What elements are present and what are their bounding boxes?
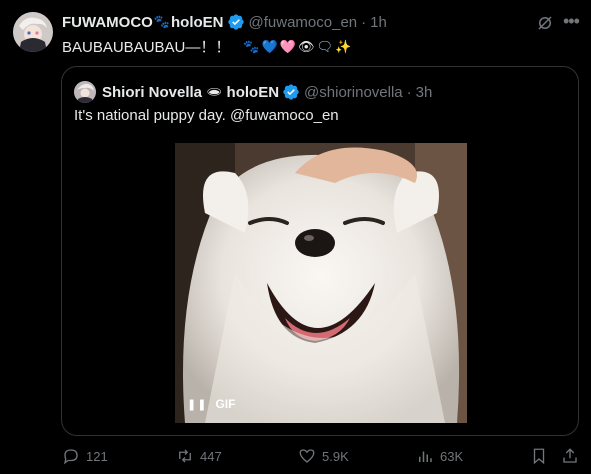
share-button[interactable] bbox=[561, 444, 579, 468]
pause-icon[interactable]: ❚❚ bbox=[187, 398, 207, 411]
like-icon bbox=[299, 449, 315, 463]
avatar[interactable] bbox=[13, 12, 53, 52]
views-count: 63K bbox=[440, 448, 464, 464]
bookmark-button[interactable] bbox=[530, 444, 548, 468]
quote-text: It's national puppy day. @fuwamoco_en bbox=[74, 107, 339, 124]
speech-bubble-emoji: 🗨 bbox=[316, 38, 333, 54]
reply-count: 121 bbox=[86, 448, 108, 464]
share-icon bbox=[563, 448, 577, 463]
grok-icon[interactable] bbox=[536, 14, 554, 32]
more-icon[interactable]: ••• bbox=[563, 12, 580, 32]
gif-badge: GIF bbox=[215, 397, 236, 411]
pink-heart-emoji: 🩷 bbox=[279, 38, 296, 54]
verified-badge-icon[interactable] bbox=[282, 83, 300, 101]
author-affiliation[interactable]: holoEN bbox=[171, 14, 224, 31]
gif-controls: ❚❚ GIF bbox=[187, 397, 235, 411]
quote-avatar[interactable] bbox=[74, 81, 96, 103]
like-count: 5.9K bbox=[322, 448, 349, 464]
quote-author-name[interactable]: Shiori Novella bbox=[102, 84, 202, 101]
tweet-header: FUWAMOCO 🐾 holoEN @fuwamoco_en · 1h bbox=[62, 12, 387, 32]
action-bar: 121 447 5.9K 63K bbox=[0, 444, 591, 468]
repost-count: 447 bbox=[200, 448, 222, 464]
puppy-gif[interactable]: ❚❚ GIF bbox=[175, 143, 467, 423]
separator-dot: · bbox=[406, 83, 412, 101]
eye-emoji: 👁 bbox=[297, 38, 315, 54]
blue-heart-emoji: 💙 bbox=[261, 38, 278, 54]
separator-dot: · bbox=[361, 13, 367, 31]
verified-badge-icon[interactable] bbox=[227, 13, 245, 31]
bookmark-icon bbox=[533, 448, 545, 465]
author-name[interactable]: FUWAMOCO bbox=[62, 14, 153, 31]
views-icon bbox=[419, 451, 432, 462]
eye-ring-emoji: 🕳 bbox=[206, 84, 223, 99]
tweet-text-body: BAUBAUBAUBAU—！！ bbox=[62, 39, 231, 56]
reply-button[interactable]: 121 bbox=[62, 444, 108, 468]
sparkles-emoji: ✨ bbox=[334, 38, 352, 54]
reply-icon bbox=[63, 449, 78, 465]
like-button[interactable]: 5.9K bbox=[298, 444, 349, 468]
quote-timestamp[interactable]: 3h bbox=[416, 84, 433, 101]
views-button[interactable]: 63K bbox=[416, 444, 463, 468]
author-handle[interactable]: @fuwamoco_en bbox=[249, 14, 358, 31]
quote-author-affiliation[interactable]: holoEN bbox=[227, 84, 280, 101]
quote-author-handle[interactable]: @shiorinovella bbox=[304, 84, 403, 101]
paw-emoji: 🐾 bbox=[153, 14, 171, 29]
paw-emoji: 🐾 bbox=[243, 38, 260, 54]
quoted-tweet[interactable]: Shiori Novella 🕳 holoEN @shiorinovella ·… bbox=[61, 66, 579, 436]
repost-icon bbox=[179, 449, 191, 463]
quote-header: Shiori Novella 🕳 holoEN @shiorinovella ·… bbox=[102, 81, 432, 103]
tweet-text: BAUBAUBAUBAU—！！ 🐾 💙 🩷 👁 🗨 ✨ bbox=[62, 36, 352, 57]
repost-button[interactable]: 447 bbox=[176, 444, 222, 468]
tweet-card[interactable]: FUWAMOCO 🐾 holoEN @fuwamoco_en · 1h ••• … bbox=[0, 0, 591, 474]
timestamp[interactable]: 1h bbox=[370, 14, 387, 31]
